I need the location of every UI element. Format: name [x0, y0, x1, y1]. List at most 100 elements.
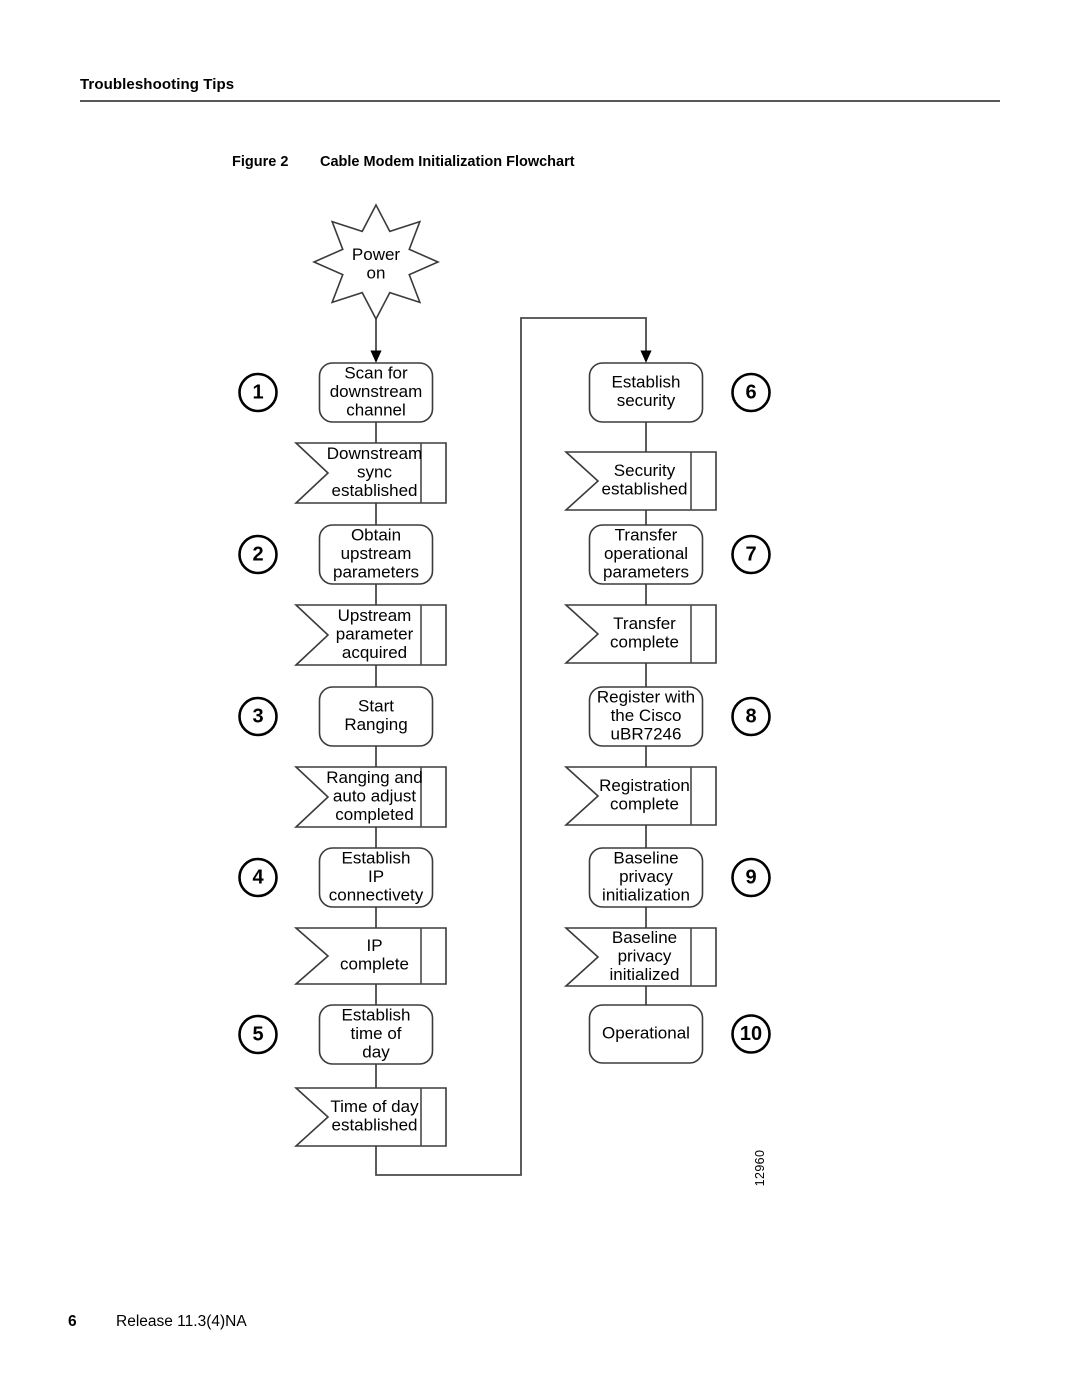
step-badge-number: 5: [252, 1023, 263, 1045]
flow-node-start-burst: Poweron: [312, 203, 440, 321]
flow-node-event: Upstreamparameteracquired: [293, 604, 447, 666]
flow-node-label-line: Power: [352, 245, 401, 264]
step-badge-circle: [731, 696, 771, 737]
step-number-badge: 2: [238, 534, 278, 575]
flow-node-label-line: Baseline: [612, 928, 677, 947]
step-number-badge: 7: [731, 534, 771, 575]
figure-caption: Figure 2 Cable Modem Initialization Flowc…: [232, 154, 575, 170]
flow-node-label-line: Ranging: [344, 715, 407, 734]
rounded-rectangle-shape: [318, 847, 434, 908]
flow-node-label-line: established: [331, 481, 417, 500]
rounded-rectangle-shape: [588, 362, 704, 423]
rounded-rectangle-shape: [318, 1004, 434, 1065]
figure-number: Figure 2: [232, 154, 289, 170]
banner-shape: [293, 1087, 447, 1147]
rounded-rectangle-shape: [588, 524, 704, 585]
flow-node-label-line: complete: [610, 633, 679, 652]
flow-node-label-line: security: [617, 391, 676, 410]
banner-shape: [563, 604, 717, 664]
flow-node-process: Establishtime ofday: [318, 1004, 434, 1065]
flow-node-label-line: Start: [358, 697, 394, 716]
flow-node-label-line: initialized: [610, 965, 680, 984]
banner-shape: [293, 927, 447, 985]
flow-node-label-line: auto adjust: [333, 786, 416, 805]
rounded-rectangle-shape: [588, 847, 704, 908]
flow-node-label-line: complete: [340, 955, 409, 974]
banner-shape: [563, 451, 717, 511]
document-page: Troubleshooting Tips Figure 2 Cable Modem…: [0, 0, 1080, 1397]
step-number-badge: 6: [731, 372, 771, 413]
flow-connectors: [370, 316, 652, 1176]
flow-node-event: Transfercomplete: [563, 604, 717, 664]
flow-node-label-line: established: [331, 1116, 417, 1135]
flow-node-event: Ranging andauto adjustcompleted: [293, 766, 447, 828]
flow-node-label-line: Time of day: [330, 1097, 419, 1116]
flow-node-label-line: initialization: [602, 885, 690, 904]
banner-shape: [563, 766, 717, 826]
rounded-rectangle-shape: [588, 1004, 704, 1064]
flow-node-label-line: Establish: [342, 1005, 411, 1024]
flow-node-label-line: Obtain: [351, 525, 401, 544]
footer-release: Release 11.3(4)NA: [116, 1313, 247, 1330]
flow-node-label-line: complete: [610, 795, 679, 814]
step-badge-number: 10: [740, 1023, 762, 1045]
flow-node-label-line: Baseline: [613, 848, 678, 867]
flow-node-label-line: Transfer: [615, 525, 678, 544]
flow-node-event: Baselineprivacyinitialized: [563, 927, 717, 987]
flow-node-process: Transferoperationalparameters: [588, 524, 704, 585]
flow-node-label-line: day: [362, 1042, 390, 1061]
running-header: Troubleshooting Tips: [80, 76, 235, 93]
footer-page-number: 6: [68, 1313, 77, 1330]
flow-node-label-line: Scan for: [344, 363, 408, 382]
step-badge-circle: [731, 857, 771, 898]
step-badge-number: 1: [252, 381, 263, 403]
flow-node-label-line: operational: [604, 544, 688, 563]
flow-node-process: EstablishIPconnectivety: [318, 847, 434, 908]
flow-shapes: Poweron Scan fordownstreamchannel Downstre…: [293, 203, 717, 1147]
flow-node-label-line: Operational: [602, 1023, 690, 1042]
step-badge-circle: [731, 534, 771, 575]
step-badge-number: 2: [252, 543, 263, 565]
flow-node-label-line: Downstream: [327, 444, 422, 463]
flow-node-label-line: IP: [368, 867, 384, 886]
page-footer: 6 Release 11.3(4)NA: [68, 1313, 247, 1331]
step-badge-circle: [731, 372, 771, 413]
figure-id-text: 12960: [753, 1150, 767, 1187]
step-badge-circle: [731, 1014, 771, 1054]
flow-node-process: Register withthe CiscouBR7246: [588, 686, 704, 747]
step-badge-number: 3: [252, 705, 263, 727]
rounded-rectangle-shape: [318, 686, 434, 747]
flow-node-label-line: completed: [335, 805, 413, 824]
step-badge-circle: [238, 696, 278, 737]
flow-node-process: Obtainupstreamparameters: [318, 524, 434, 585]
flowchart-canvas: Power on Scan for downstream channel Downstre…: [0, 0, 1080, 1397]
flow-node-label-line: sync: [357, 462, 392, 481]
step-badge-number: 6: [745, 381, 756, 403]
step-number-badge: 5: [238, 1014, 278, 1055]
flow-node-label-line: Security: [614, 461, 676, 480]
step-number-badge: 9: [731, 857, 771, 898]
flow-node-process: StartRanging: [318, 686, 434, 747]
rounded-rectangle-shape: [588, 686, 704, 747]
flow-node-label-line: on: [367, 264, 386, 283]
step-badge-number: 8: [745, 705, 756, 727]
flow-node-label-line: Registration: [599, 776, 690, 795]
flow-node-label-line: connectivety: [329, 885, 424, 904]
flow-node-label-line: uBR7246: [611, 724, 682, 743]
flow-node-process: Operational: [588, 1004, 704, 1064]
flow-node-label-line: IP: [366, 936, 382, 955]
step-badge-number: 7: [745, 543, 756, 565]
step-number-badge: 4: [238, 857, 278, 898]
flow-node-event: IPcomplete: [293, 927, 447, 985]
flow-node-label-line: downstream: [330, 382, 423, 401]
flow-node-label-line: Ranging and: [326, 768, 422, 787]
rounded-rectangle-shape: [318, 524, 434, 585]
step-badge-number: 9: [745, 866, 756, 888]
flow-node-label-line: time of: [350, 1024, 401, 1043]
flow-node-label-line: established: [601, 480, 687, 499]
flow-node-event: Securityestablished: [563, 451, 717, 511]
step-badge-circle: [238, 372, 278, 413]
flow-node-label-line: acquired: [342, 643, 407, 662]
step-badges: 1 2 3 4 5 6 7 8 9 10: [238, 372, 771, 1055]
flow-node-label-line: Establish: [342, 848, 411, 867]
